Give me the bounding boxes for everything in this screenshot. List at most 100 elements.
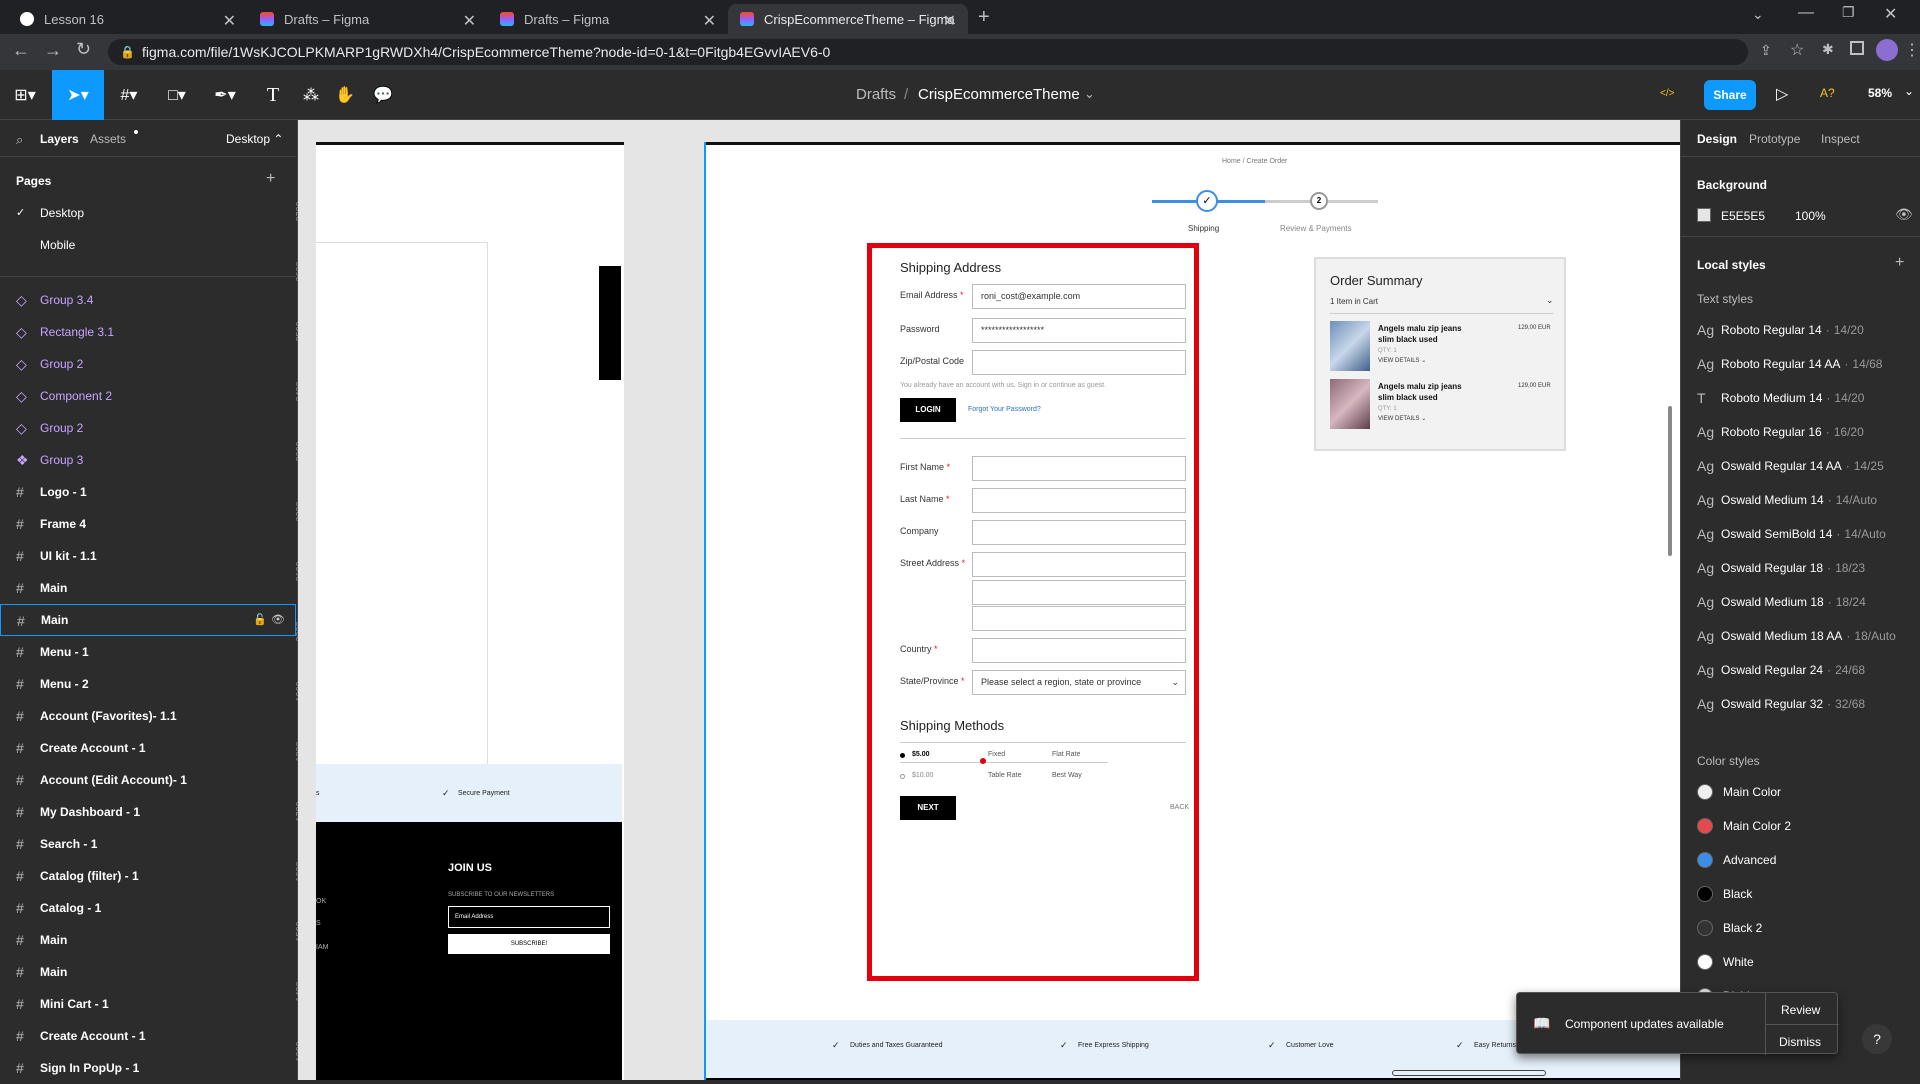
product-name[interactable]: Angels malu zip jeans slim black used <box>1378 381 1478 403</box>
product-name[interactable]: Angels malu zip jeans slim black used <box>1378 323 1478 345</box>
chevron-down-icon[interactable]: ⌄ <box>1546 295 1554 306</box>
layer-item[interactable]: # UI kit - 1.1 <box>0 540 296 572</box>
next-button[interactable]: NEXT <box>900 796 956 820</box>
canvas-h-scrollbar[interactable] <box>1392 1070 1546 1076</box>
profile-avatar[interactable] <box>1876 39 1898 61</box>
text-style-item[interactable]: Ag Roboto Regular 14 · 14/20 <box>1697 320 1864 340</box>
step-1-check-icon[interactable]: ✓ <box>1196 190 1218 212</box>
layer-item[interactable]: # Menu - 1 <box>0 636 296 668</box>
layer-item[interactable]: # Catalog (filter) - 1 <box>0 860 296 892</box>
layer-item[interactable]: # Create Account - 1 <box>0 1020 296 1052</box>
layer-item[interactable]: # Catalog - 1 <box>0 892 296 924</box>
radio-selected[interactable] <box>900 753 905 758</box>
help-button[interactable]: ? <box>1862 1024 1892 1054</box>
text-style-item[interactable]: Ag Oswald Medium 14 · 14/Auto <box>1697 490 1877 510</box>
color-style-item[interactable]: Advanced <box>1697 850 1776 870</box>
background-swatch[interactable] <box>1697 208 1711 222</box>
view-details-link[interactable]: VIEW DETAILS ⌄ <box>1378 415 1426 422</box>
layer-item[interactable]: # Main <box>0 572 296 604</box>
country-field[interactable] <box>972 638 1186 663</box>
layer-item[interactable]: # Main 🔓 👁 <box>0 604 296 636</box>
text-tool-icon[interactable]: T <box>252 70 294 120</box>
canvas[interactable]: CONTACT US s ✓ Secure Payment OK S IAM J… <box>298 120 1680 1080</box>
close-tab-icon[interactable]: ✕ <box>703 11 716 31</box>
eye-icon[interactable]: 👁 <box>271 613 285 626</box>
radio-unselected[interactable] <box>900 774 905 779</box>
text-style-item[interactable]: T Roboto Medium 14 · 14/20 <box>1697 388 1864 408</box>
subscribe-button[interactable]: SUBSCRIBE! <box>448 934 610 954</box>
browser-menu-icon[interactable]: ⋮ <box>1904 40 1920 60</box>
layer-item[interactable]: ❖ Group 3 <box>0 444 296 476</box>
street-line-3-field[interactable] <box>972 606 1186 631</box>
bookmark-star-icon[interactable]: ☆ <box>1790 40 1804 60</box>
tab-layers[interactable]: Layers <box>40 132 79 146</box>
restore-icon[interactable]: ❐ <box>1842 4 1855 21</box>
text-style-item[interactable]: Ag Oswald Medium 18 AA · 18/Auto <box>1697 626 1896 646</box>
layer-item[interactable]: # My Dashboard - 1 <box>0 796 296 828</box>
color-style-item[interactable]: Main Color 2 <box>1697 816 1791 836</box>
color-style-item[interactable]: Main Color <box>1697 782 1781 802</box>
page-selector[interactable]: Desktop ⌃ <box>226 132 283 146</box>
close-tab-icon[interactable]: ✕ <box>223 11 236 31</box>
step-2-circle[interactable]: 2 <box>1310 192 1328 210</box>
layer-item[interactable]: ◇ Rectangle 3.1 <box>0 316 296 348</box>
background-hex[interactable]: E5E5E5 <box>1721 209 1765 223</box>
page-item-desktop[interactable]: Desktop <box>40 206 84 220</box>
street-line-1-field[interactable] <box>972 552 1186 577</box>
dismiss-button[interactable]: Dismiss <box>1779 1035 1821 1049</box>
new-tab-icon[interactable]: + <box>978 6 990 29</box>
browser-tab-active[interactable]: CrispEcommerceTheme – Figma ✕ <box>728 4 968 34</box>
share-page-icon[interactable]: ⇪ <box>1760 42 1772 59</box>
layer-item[interactable]: ◇ Component 2 <box>0 380 296 412</box>
cart-count[interactable]: 1 Item in Cart <box>1330 297 1378 306</box>
browser-tab[interactable]: Drafts – Figma ✕ <box>248 4 488 34</box>
email-field[interactable]: roni_cost@example.com <box>972 284 1186 309</box>
color-style-item[interactable]: White <box>1697 952 1754 972</box>
product-image[interactable] <box>1330 321 1370 371</box>
page-item-mobile[interactable]: Mobile <box>40 238 75 252</box>
color-style-item[interactable]: Black <box>1697 884 1752 904</box>
back-link[interactable]: BACK <box>1170 804 1189 811</box>
layer-item[interactable]: # Mini Cart - 1 <box>0 988 296 1020</box>
text-style-item[interactable]: Ag Oswald Regular 32 · 32/68 <box>1697 694 1865 714</box>
file-name[interactable]: CrispEcommerceTheme <box>918 86 1080 103</box>
extensions-icon[interactable]: ✱ <box>1822 41 1834 58</box>
canvas-scrollbar[interactable] <box>1668 406 1672 556</box>
shape-tool-icon[interactable]: □▾ <box>156 70 198 120</box>
street-line-2-field[interactable] <box>972 580 1186 605</box>
layer-item[interactable]: ◇ Group 2 <box>0 348 296 380</box>
reload-icon[interactable]: ↻ <box>76 39 91 60</box>
add-style-icon[interactable]: + <box>1895 254 1904 272</box>
background-opacity[interactable]: 100% <box>1795 209 1826 223</box>
tab-assets[interactable]: Assets <box>90 132 126 146</box>
search-layers-icon[interactable]: ⌕ <box>16 132 23 148</box>
tab-search-icon[interactable]: ⌄ <box>1752 6 1764 23</box>
main-menu-icon[interactable]: ⊞▾ <box>4 70 46 120</box>
add-page-icon[interactable]: + <box>266 170 275 188</box>
unlock-icon[interactable]: 🔓 <box>253 613 267 626</box>
chevron-down-icon[interactable]: ⌄ <box>1084 86 1095 102</box>
zip-field[interactable] <box>972 350 1186 375</box>
layer-item[interactable]: # Sign In PopUp - 1 <box>0 1052 296 1084</box>
close-tab-icon[interactable]: ✕ <box>943 11 956 31</box>
comment-tool-icon[interactable]: 💬 <box>362 70 404 120</box>
tab-inspect[interactable]: Inspect <box>1821 132 1860 146</box>
pen-tool-icon[interactable]: ✒▾ <box>204 70 246 120</box>
password-field[interactable]: ****************** <box>972 318 1186 343</box>
contact-us-tab[interactable]: CONTACT US <box>591 266 621 380</box>
missing-fonts-badge[interactable]: A? <box>1820 86 1835 100</box>
last-name-field[interactable] <box>972 488 1186 513</box>
url-field[interactable]: 🔒 figma.com/file/1WsKJCOLPKMARP1gRWDXh4/… <box>108 39 1748 65</box>
tab-design[interactable]: Design <box>1697 132 1737 146</box>
company-field[interactable] <box>972 520 1186 545</box>
text-style-item[interactable]: Ag Oswald Medium 18 · 18/24 <box>1697 592 1866 612</box>
text-style-item[interactable]: Ag Oswald Regular 24 · 24/68 <box>1697 660 1865 680</box>
view-details-link[interactable]: VIEW DETAILS ⌄ <box>1378 357 1426 364</box>
frame-tool-icon[interactable]: #▾ <box>108 70 150 120</box>
artboard-checkout[interactable]: Home / Create Order ✓ 2 Shipping Review … <box>704 142 1680 1080</box>
page-breadcrumb[interactable]: Home / Create Order <box>1222 158 1287 165</box>
text-style-item[interactable]: Ag Oswald SemiBold 14 · 14/Auto <box>1697 524 1886 544</box>
shipping-form-highlight[interactable]: Shipping Address Email Address * roni_co… <box>867 243 1199 981</box>
layer-item[interactable]: # Account (Favorites)- 1.1 <box>0 700 296 732</box>
share-button[interactable]: Share <box>1704 80 1756 110</box>
